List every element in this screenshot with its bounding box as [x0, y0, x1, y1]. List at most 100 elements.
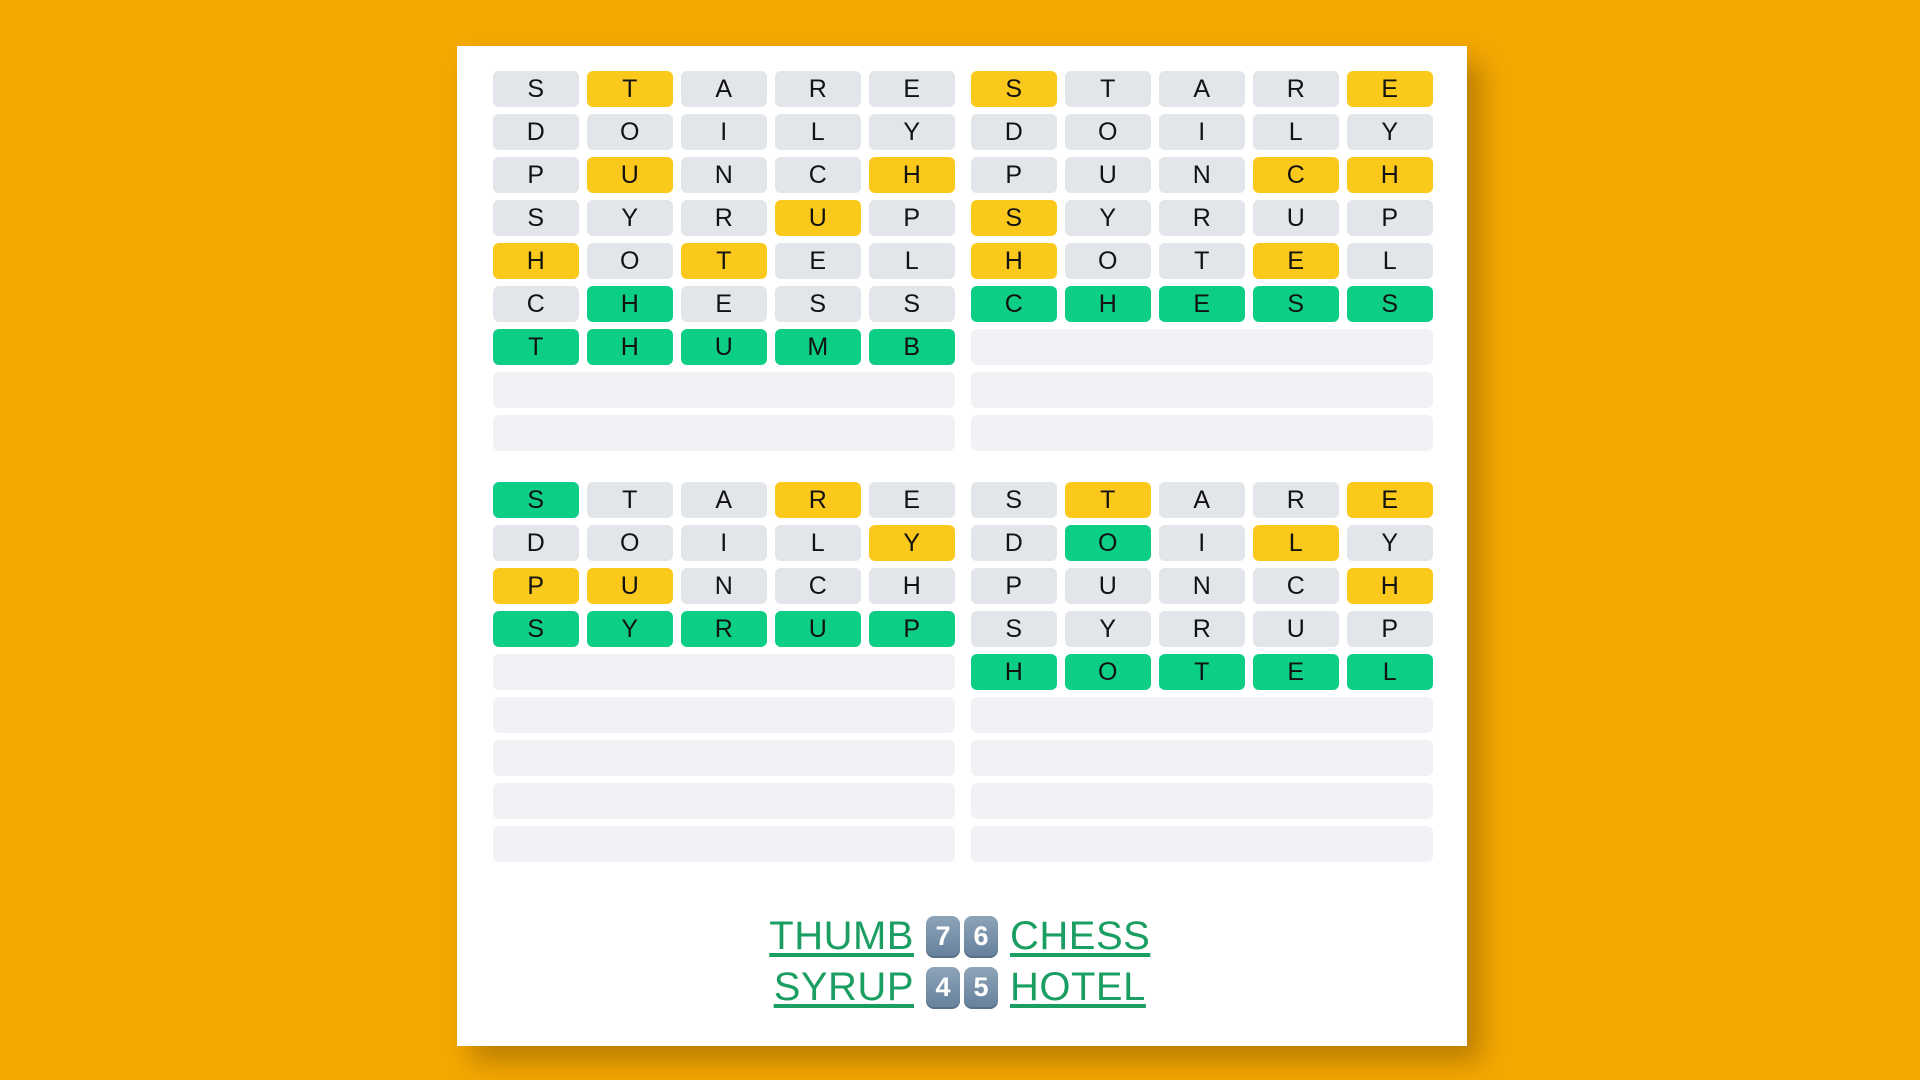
score-badges: 7 6	[926, 915, 998, 958]
letter-tile: P	[493, 157, 579, 193]
quordle-results-card: STAREDOILYPUNCHSYRUPHOTELCHESSTHUMB STAR…	[457, 46, 1467, 1046]
guess-row: SYRUP	[493, 611, 955, 647]
letter-tile: T	[1065, 482, 1151, 518]
letter-tile: Y	[869, 525, 955, 561]
screen: STAREDOILYPUNCHSYRUPHOTELCHESSTHUMB STAR…	[0, 0, 1920, 1080]
guess-row: DOILY	[971, 525, 1433, 561]
letter-tile: E	[1159, 286, 1245, 322]
guess-row: CHESS	[971, 286, 1433, 322]
letter-tile: U	[775, 611, 861, 647]
letter-tile: P	[1347, 611, 1433, 647]
letter-tile: D	[493, 114, 579, 150]
letter-tile: H	[869, 157, 955, 193]
letter-tile: T	[493, 329, 579, 365]
boards-row-top: STAREDOILYPUNCHSYRUPHOTELCHESSTHUMB STAR…	[493, 71, 1433, 458]
guess-row: CHESS	[493, 286, 955, 322]
answers-footer: THUMB 7 6 CHESS SYRUP 4 5 HOTEL	[457, 914, 1467, 1010]
letter-tile: H	[587, 286, 673, 322]
guess-row: STARE	[493, 482, 955, 518]
letter-tile: L	[775, 114, 861, 150]
letter-tile: C	[1253, 568, 1339, 604]
letter-tile: B	[869, 329, 955, 365]
letter-tile: P	[971, 568, 1057, 604]
score-badge-right: 5	[964, 966, 998, 1009]
letter-tile: O	[587, 243, 673, 279]
guess-row: HOTEL	[493, 243, 955, 279]
letter-tile: T	[587, 71, 673, 107]
letter-tile: U	[775, 200, 861, 236]
answer-word-right[interactable]: CHESS	[1010, 914, 1200, 959]
letter-tile: A	[1159, 71, 1245, 107]
board-top-left: STAREDOILYPUNCHSYRUPHOTELCHESSTHUMB	[493, 71, 955, 458]
guess-row: STARE	[493, 71, 955, 107]
letter-tile: R	[681, 200, 767, 236]
letter-tile: C	[775, 157, 861, 193]
letter-tile: R	[1253, 482, 1339, 518]
letter-tile: N	[681, 157, 767, 193]
empty-guess-row	[971, 329, 1433, 365]
letter-tile: H	[1347, 568, 1433, 604]
empty-guess-row	[971, 826, 1433, 862]
letter-tile: U	[1253, 611, 1339, 647]
letter-tile: S	[775, 286, 861, 322]
answer-line: SYRUP 4 5 HOTEL	[724, 965, 1200, 1010]
empty-guess-row	[971, 740, 1433, 776]
boards-container: STAREDOILYPUNCHSYRUPHOTELCHESSTHUMB STAR…	[493, 71, 1433, 869]
letter-tile: S	[493, 482, 579, 518]
letter-tile: U	[587, 568, 673, 604]
letter-tile: S	[493, 200, 579, 236]
letter-tile: N	[1159, 157, 1245, 193]
guess-row: STARE	[971, 482, 1433, 518]
letter-tile: L	[1347, 243, 1433, 279]
letter-tile: A	[1159, 482, 1245, 518]
letter-tile: R	[681, 611, 767, 647]
empty-guess-row	[971, 697, 1433, 733]
guess-row: STARE	[971, 71, 1433, 107]
letter-tile: O	[1065, 243, 1151, 279]
letter-tile: T	[587, 482, 673, 518]
letter-tile: T	[681, 243, 767, 279]
letter-tile: I	[681, 114, 767, 150]
answer-word-right[interactable]: HOTEL	[1010, 965, 1200, 1010]
guess-row: PUNCH	[971, 568, 1433, 604]
letter-tile: E	[1253, 654, 1339, 690]
letter-tile: O	[1065, 654, 1151, 690]
letter-tile: O	[587, 525, 673, 561]
letter-tile: O	[587, 114, 673, 150]
score-badges: 4 5	[926, 966, 998, 1009]
score-badge-right: 6	[964, 915, 998, 958]
letter-tile: O	[1065, 525, 1151, 561]
empty-guess-row	[971, 783, 1433, 819]
boards-gap	[493, 458, 1433, 482]
letter-tile: D	[493, 525, 579, 561]
letter-tile: R	[1253, 71, 1339, 107]
guess-row: HOTEL	[971, 654, 1433, 690]
letter-tile: P	[971, 157, 1057, 193]
letter-tile: T	[1159, 243, 1245, 279]
empty-guess-row	[971, 372, 1433, 408]
answer-word-left[interactable]: THUMB	[724, 914, 914, 959]
letter-tile: U	[1065, 568, 1151, 604]
letter-tile: L	[775, 525, 861, 561]
letter-tile: C	[493, 286, 579, 322]
guess-row: HOTEL	[971, 243, 1433, 279]
board-bottom-left: STAREDOILYPUNCHSYRUP	[493, 482, 955, 869]
letter-tile: H	[971, 243, 1057, 279]
letter-tile: E	[1347, 71, 1433, 107]
letter-tile: H	[493, 243, 579, 279]
letter-tile: T	[1159, 654, 1245, 690]
guess-row: SYRUP	[971, 200, 1433, 236]
letter-tile: R	[775, 71, 861, 107]
letter-tile: N	[681, 568, 767, 604]
letter-tile: L	[1253, 525, 1339, 561]
letter-tile: C	[1253, 157, 1339, 193]
letter-tile: N	[1159, 568, 1245, 604]
board-bottom-right: STAREDOILYPUNCHSYRUPHOTEL	[971, 482, 1433, 869]
empty-guess-row	[493, 740, 955, 776]
letter-tile: H	[971, 654, 1057, 690]
letter-tile: R	[1159, 611, 1245, 647]
letter-tile: U	[681, 329, 767, 365]
answer-line: THUMB 7 6 CHESS	[724, 914, 1200, 959]
answer-word-left[interactable]: SYRUP	[724, 965, 914, 1010]
letter-tile: Y	[1347, 525, 1433, 561]
